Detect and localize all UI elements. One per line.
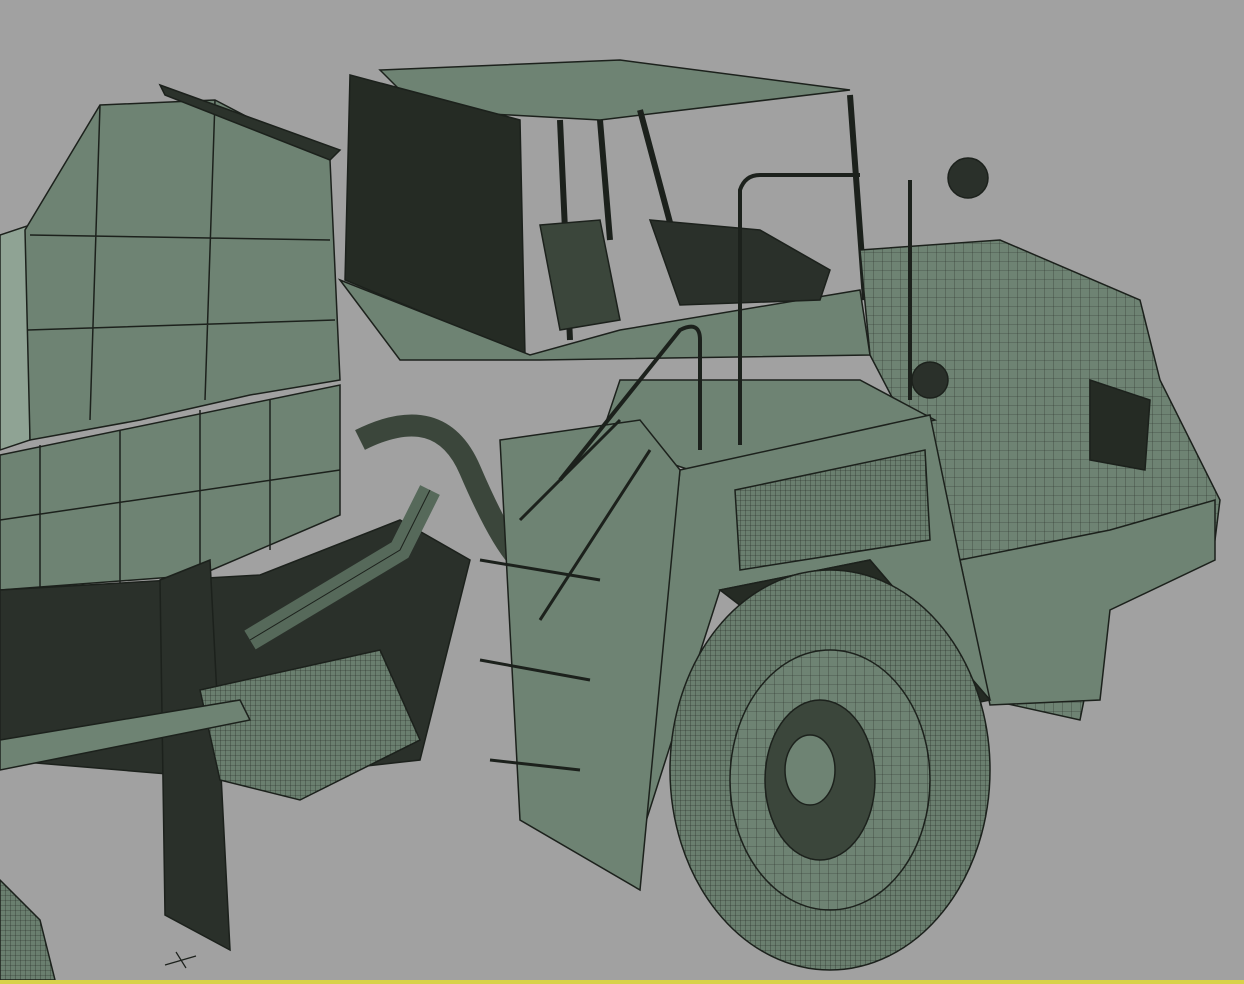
hub-center xyxy=(784,734,836,806)
dump-truck-model xyxy=(0,59,1221,981)
crosshair-icon xyxy=(164,951,197,969)
rear-tire xyxy=(0,878,56,981)
dump-headboard xyxy=(24,99,341,441)
step-panel xyxy=(499,419,681,892)
3d-viewport[interactable] xyxy=(0,0,1244,984)
mirror xyxy=(947,157,989,199)
beacon-light xyxy=(911,361,949,399)
viewport-bottom-border xyxy=(0,980,1244,984)
